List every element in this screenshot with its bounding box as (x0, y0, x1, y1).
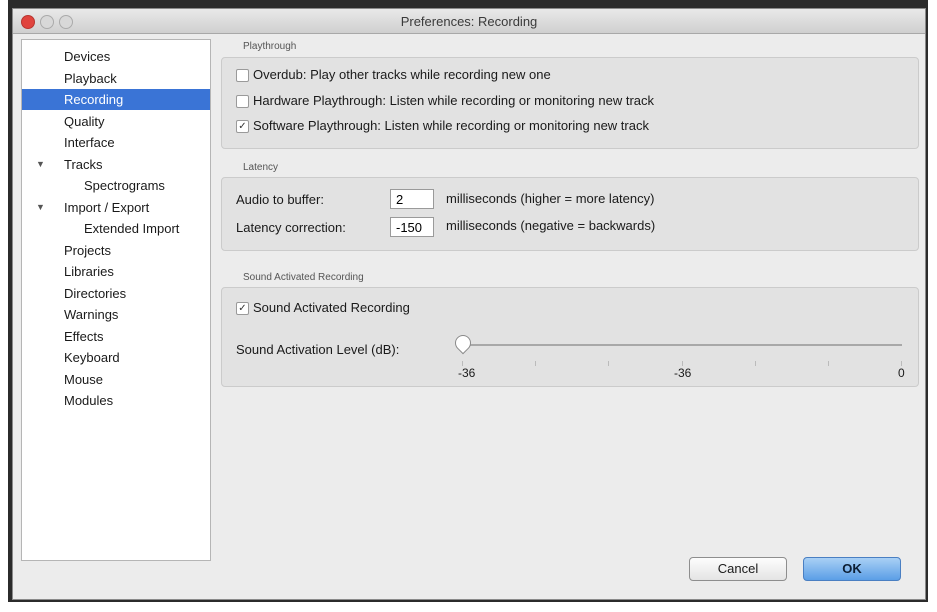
preferences-sidebar: Devices Playback Recording Quality Interface… (21, 39, 211, 561)
sidebar-item-devices[interactable]: Devices (22, 46, 210, 67)
sidebar-item-label: Libraries (64, 264, 114, 279)
sidebar-item-label: Tracks (64, 156, 103, 172)
latency-section-label: Latency (243, 162, 279, 173)
slider-max-label: 0 (898, 366, 905, 380)
sidebar-item-label: Extended Import (84, 221, 180, 236)
software-playthrough-label: Software Playthrough: Listen while recor… (253, 118, 649, 133)
audio-buffer-input[interactable] (390, 189, 434, 209)
window-title: Preferences: Recording (400, 14, 538, 29)
audio-buffer-units: milliseconds (higher = more latency) (446, 191, 655, 206)
activation-level-slider-thumb[interactable] (451, 331, 475, 355)
slider-mid-label: -36 (674, 366, 692, 380)
disclosure-triangle-icon[interactable]: ▼ (36, 154, 45, 175)
latency-correction-units: milliseconds (negative = backwards) (446, 218, 656, 233)
overdub-label: Overdub: Play other tracks while recordi… (253, 67, 551, 82)
sound-activated-label: Sound Activated Recording (253, 300, 410, 315)
sidebar-item-label: Warnings (64, 307, 119, 322)
sound-activated-checkbox[interactable]: ✓ (236, 302, 249, 315)
sidebar-item-recording[interactable]: Recording (22, 89, 210, 110)
slider-min-label: -36 (458, 366, 476, 380)
sidebar-item-libraries[interactable]: Libraries (22, 261, 210, 282)
hardware-playthrough-checkbox[interactable] (236, 95, 249, 108)
sidebar-item-extended-import[interactable]: Extended Import (22, 218, 210, 239)
sidebar-item-projects[interactable]: Projects (22, 240, 210, 261)
sidebar-item-directories[interactable]: Directories (22, 283, 210, 304)
sidebar-item-label: Directories (64, 285, 127, 301)
latency-group: Audio to buffer: milliseconds (higher = … (221, 177, 919, 251)
sidebar-item-spectrograms[interactable]: Spectrograms (22, 175, 210, 196)
slider-tick (828, 361, 829, 366)
sound-activated-group: ✓ Sound Activated Recording Sound Activa… (221, 287, 919, 387)
sidebar-item-tracks[interactable]: ▼ Tracks (22, 154, 210, 175)
preferences-window: Preferences: Recording Devices Playback Re… (12, 8, 926, 600)
sidebar-item-interface[interactable]: Interface (22, 132, 210, 153)
sound-activated-section-label: Sound Activated Recording (243, 272, 364, 283)
cancel-button[interactable]: Cancel (689, 557, 787, 581)
slider-tick (608, 361, 609, 366)
sidebar-item-label: Quality (64, 113, 105, 129)
sidebar-item-playback[interactable]: Playback (22, 68, 210, 89)
sidebar-item-label: Keyboard (64, 350, 120, 365)
sidebar-item-label: Recording (64, 92, 124, 107)
sidebar-item-label: Spectrograms (84, 178, 165, 193)
sidebar-item-mouse[interactable]: Mouse (22, 369, 210, 390)
sidebar-item-label: Devices (64, 49, 111, 64)
title-bar[interactable]: Preferences: Recording (13, 9, 925, 34)
sidebar-item-label: Import / Export (64, 199, 150, 215)
sidebar-item-label: Mouse (64, 371, 104, 387)
latency-correction-label: Latency correction: (236, 220, 346, 235)
activation-level-label: Sound Activation Level (dB): (236, 342, 400, 357)
sidebar-item-warnings[interactable]: Warnings (22, 304, 210, 325)
sidebar-item-label: Projects (64, 242, 111, 258)
playthrough-group: Overdub: Play other tracks while recordi… (221, 57, 919, 149)
sidebar-item-label: Effects (64, 328, 104, 344)
sidebar-item-effects[interactable]: Effects (22, 326, 210, 347)
sidebar-item-import-export[interactable]: ▼ Import / Export (22, 197, 210, 218)
sidebar-item-modules[interactable]: Modules (22, 390, 210, 411)
ok-button[interactable]: OK (803, 557, 901, 581)
audio-buffer-label: Audio to buffer: (236, 192, 324, 207)
sidebar-item-label: Playback (64, 70, 117, 86)
latency-correction-input[interactable] (390, 217, 434, 237)
sidebar-item-label: Interface (64, 135, 115, 150)
overdub-checkbox[interactable] (236, 69, 249, 82)
disclosure-triangle-icon[interactable]: ▼ (36, 197, 45, 218)
activation-level-slider-track[interactable] (462, 344, 902, 346)
software-playthrough-checkbox[interactable]: ✓ (236, 120, 249, 133)
playthrough-section-label: Playthrough (243, 41, 297, 52)
slider-tick (755, 361, 756, 366)
sidebar-item-keyboard[interactable]: Keyboard (22, 347, 210, 368)
sidebar-item-quality[interactable]: Quality (22, 111, 210, 132)
sidebar-item-label: Modules (64, 393, 114, 408)
slider-tick (535, 361, 536, 366)
hardware-playthrough-label: Hardware Playthrough: Listen while recor… (253, 93, 655, 108)
